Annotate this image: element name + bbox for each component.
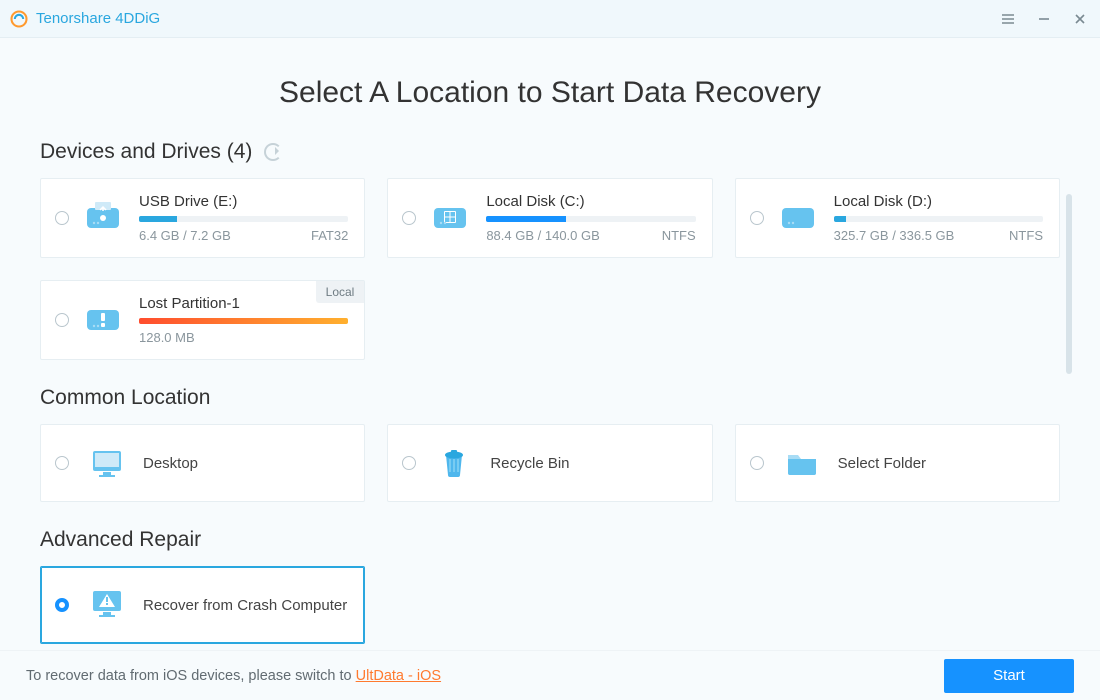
close-icon[interactable] <box>1070 9 1090 29</box>
location-name: Recycle Bin <box>490 455 569 472</box>
drive-card[interactable]: Local Disk (C:) 88.4 GB / 140.0 GB NTFS <box>387 178 712 258</box>
advanced-icon <box>85 583 129 627</box>
drive-used: 6.4 GB / 7.2 GB <box>139 228 231 243</box>
app-title: Tenorshare 4DDiG <box>36 10 160 27</box>
section-common-label: Common Location <box>40 386 210 410</box>
locations-grid: Desktop Recycle Bin Select Folder <box>40 424 1060 502</box>
footer-note: To recover data from iOS devices, please… <box>26 668 441 684</box>
drive-used: 325.7 GB / 336.5 GB <box>834 228 955 243</box>
drive-badge: Local <box>316 281 365 303</box>
footer-note-text: To recover data from iOS devices, please… <box>26 668 356 684</box>
advanced-name: Recover from Crash Computer <box>143 597 347 614</box>
drive-card[interactable]: Local Disk (D:) 325.7 GB / 336.5 GB NTFS <box>735 178 1060 258</box>
page-title: Select A Location to Start Data Recovery <box>40 76 1060 110</box>
titlebar: Tenorshare 4DDiG <box>0 0 1100 38</box>
drive-meta: 6.4 GB / 7.2 GB FAT32 <box>139 228 348 243</box>
section-common-header: Common Location <box>40 386 1060 410</box>
location-radio[interactable] <box>750 456 764 470</box>
advanced-card[interactable]: Recover from Crash Computer <box>40 566 365 644</box>
advanced-radio[interactable] <box>55 598 69 612</box>
section-advanced-header: Advanced Repair <box>40 528 1060 552</box>
refresh-icon[interactable] <box>264 143 282 161</box>
drive-used: 88.4 GB / 140.0 GB <box>486 228 599 243</box>
drive-radio[interactable] <box>55 211 69 225</box>
drive-icon <box>81 196 125 240</box>
location-radio[interactable] <box>55 456 69 470</box>
location-radio[interactable] <box>402 456 416 470</box>
section-devices-label: Devices and Drives (4) <box>40 140 252 164</box>
drive-meta: 325.7 GB / 336.5 GB NTFS <box>834 228 1043 243</box>
footer: To recover data from iOS devices, please… <box>0 650 1100 700</box>
window-controls <box>998 9 1090 29</box>
location-icon <box>85 441 129 485</box>
section-advanced-label: Advanced Repair <box>40 528 201 552</box>
drive-name: USB Drive (E:) <box>139 193 348 210</box>
location-card[interactable]: Desktop <box>40 424 365 502</box>
drive-name: Local Disk (D:) <box>834 193 1043 210</box>
section-devices-header: Devices and Drives (4) <box>40 140 1060 164</box>
drive-body: Local Disk (D:) 325.7 GB / 336.5 GB NTFS <box>834 193 1043 243</box>
footer-link-ultdata[interactable]: UltData - iOS <box>356 668 441 684</box>
drive-usage-bar <box>139 216 348 222</box>
location-icon <box>432 441 476 485</box>
location-name: Select Folder <box>838 455 926 472</box>
scrollbar[interactable] <box>1066 194 1072 374</box>
drive-usage-bar <box>486 216 695 222</box>
menu-icon[interactable] <box>998 9 1018 29</box>
drive-fs: NTFS <box>662 228 696 243</box>
drive-card[interactable]: LocalLost Partition-1128.0 MB <box>40 280 365 360</box>
drive-icon <box>428 196 472 240</box>
drive-card[interactable]: USB Drive (E:) 6.4 GB / 7.2 GB FAT32 <box>40 178 365 258</box>
drives-grid: USB Drive (E:) 6.4 GB / 7.2 GB FAT32 Local … <box>40 178 1060 360</box>
drive-body: USB Drive (E:) 6.4 GB / 7.2 GB FAT32 <box>139 193 348 243</box>
location-name: Desktop <box>143 455 198 472</box>
drive-usage-bar <box>139 318 348 324</box>
drive-icon <box>776 196 820 240</box>
drive-usage-bar <box>834 216 1043 222</box>
drive-fs: NTFS <box>1009 228 1043 243</box>
drive-body: Local Disk (C:) 88.4 GB / 140.0 GB NTFS <box>486 193 695 243</box>
drive-icon <box>81 298 125 342</box>
start-button[interactable]: Start <box>944 659 1074 693</box>
app-logo-icon <box>8 8 30 30</box>
drive-meta: 128.0 MB <box>139 330 348 345</box>
drive-name: Local Disk (C:) <box>486 193 695 210</box>
drive-meta: 88.4 GB / 140.0 GB NTFS <box>486 228 695 243</box>
advanced-grid: Recover from Crash Computer <box>40 566 1060 644</box>
drive-radio[interactable] <box>750 211 764 225</box>
minimize-icon[interactable] <box>1034 9 1054 29</box>
location-card[interactable]: Recycle Bin <box>387 424 712 502</box>
drive-radio[interactable] <box>402 211 416 225</box>
location-card[interactable]: Select Folder <box>735 424 1060 502</box>
drive-fs: FAT32 <box>311 228 348 243</box>
location-icon <box>780 441 824 485</box>
drive-radio[interactable] <box>55 313 69 327</box>
drive-used: 128.0 MB <box>139 330 195 345</box>
main-content: Select A Location to Start Data Recovery… <box>0 38 1100 650</box>
